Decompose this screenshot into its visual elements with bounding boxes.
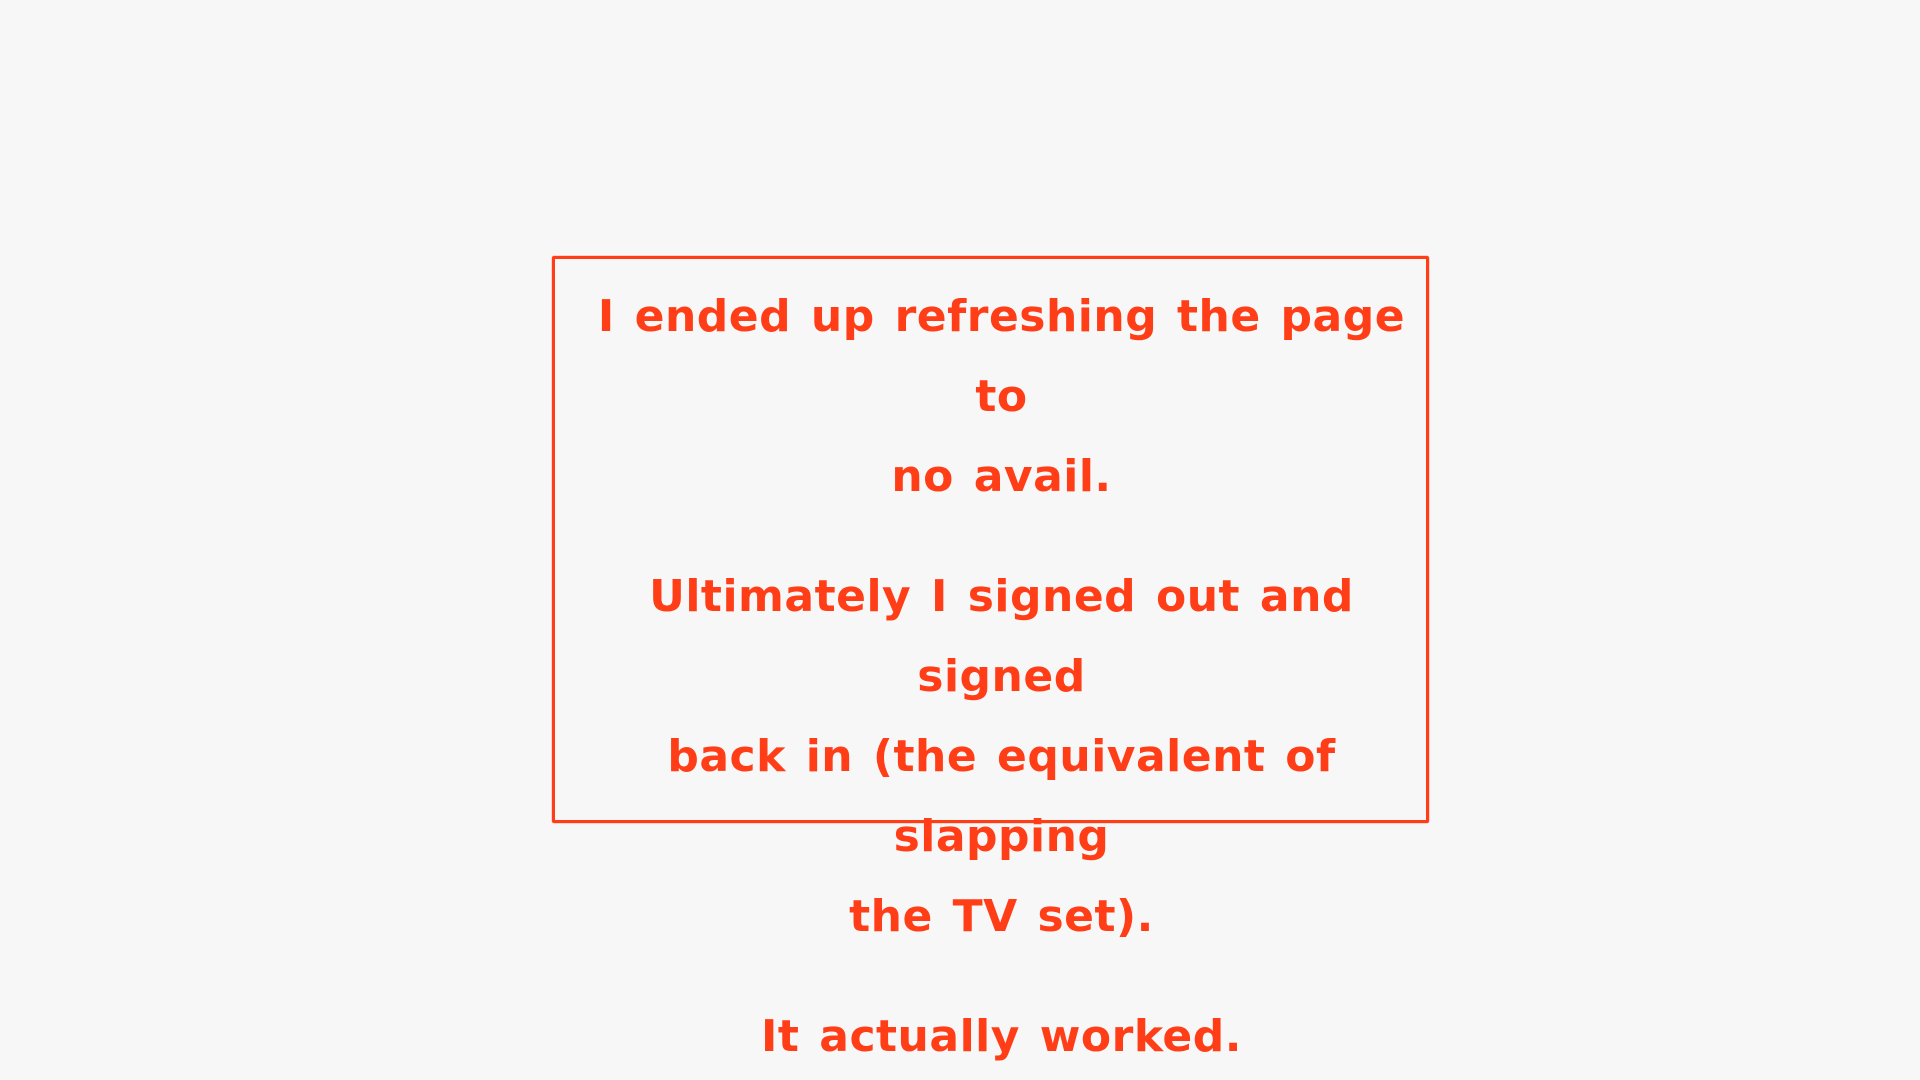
note-box: I ended up refreshing the page to no ava… [552,256,1429,1062]
note-paragraph-sign-out: Ultimately I signed out and signed back … [649,571,1354,942]
note-paragraph-refresh: I ended up refreshing the page to no ava… [597,291,1406,502]
slide: { "note": { "border_color": "#ff3d17", "… [0,0,1920,1080]
note-paragraph-worked: It actually worked. [761,1011,1242,1062]
